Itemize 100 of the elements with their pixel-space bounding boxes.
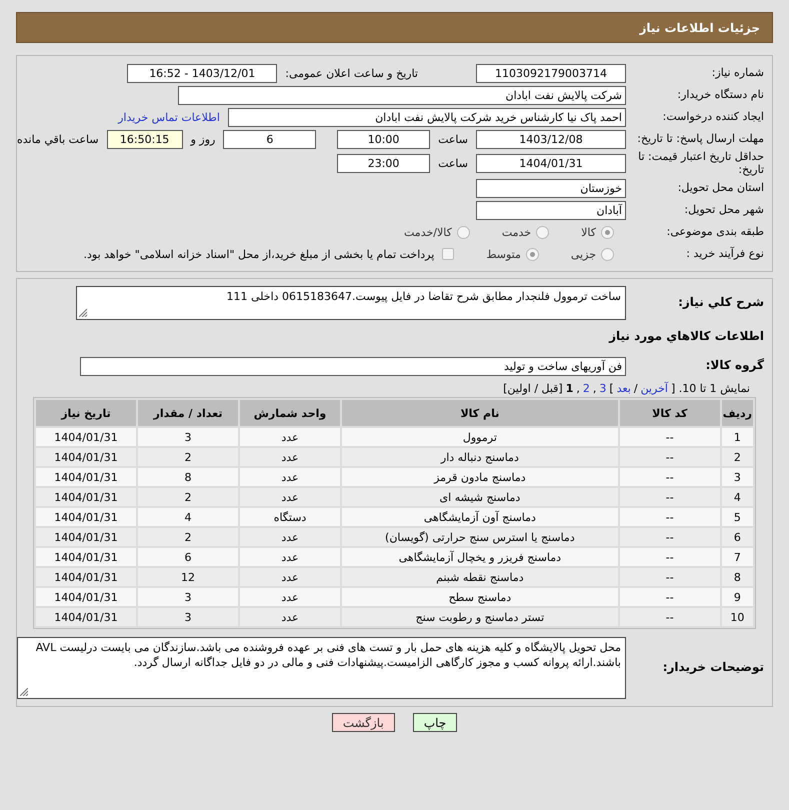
field-label: ایجاد کننده درخواست:	[662, 110, 765, 124]
field-label: شرح كلي نياز:	[677, 296, 765, 310]
table-cell: --	[620, 608, 720, 626]
table-cell: عدد	[240, 588, 340, 606]
description-field[interactable]: ساخت ترموول فلنجدار مطابق شرح تقاضا در فایل پیوست.0615183647 داخلی 111	[76, 286, 626, 320]
table-cell: تستر دماسنج و رطوبت سنج	[342, 608, 618, 626]
column-header: ردیف	[722, 400, 753, 426]
text-field[interactable]: 6	[223, 130, 316, 148]
contact-link[interactable]: اطلاعات تماس خریدار	[118, 110, 220, 124]
pager-link[interactable]: 3	[599, 382, 606, 396]
table-cell: 1404/01/31	[36, 468, 136, 486]
table-cell: --	[620, 508, 720, 526]
column-header: تعداد / مقدار	[138, 400, 238, 426]
pager-text: [قبل / اولین]	[503, 382, 563, 396]
table-cell: 3	[138, 608, 238, 626]
column-header: واحد شمارش	[240, 400, 340, 426]
radio-label: جزیی	[570, 248, 596, 261]
text-field[interactable]: 16:50:15	[106, 130, 183, 148]
radio-button[interactable]	[601, 248, 614, 261]
field-label: ساعت	[438, 157, 468, 170]
pager-text: ]	[609, 382, 614, 396]
table-cell: دماسنج شیشه ای	[342, 488, 618, 506]
field-label: توضیحات خریدار:	[662, 661, 765, 676]
back-button[interactable]: بازگشت	[332, 713, 395, 732]
field-label: حداقل تاریخ اعتبار قیمت: تا تاریخ:	[637, 151, 765, 176]
pager-link[interactable]: بعد	[616, 382, 631, 396]
table-cell: 1404/01/31	[36, 588, 136, 606]
table-cell: عدد	[240, 568, 340, 586]
table-cell: دستگاه	[240, 508, 340, 526]
table-cell: 1404/01/31	[36, 448, 136, 466]
current-page: 1	[566, 382, 574, 396]
table-cell: عدد	[240, 488, 340, 506]
text-field[interactable]: 1403/12/01 - 16:52	[127, 64, 278, 82]
field-label: مهلت ارسال پاسخ: تا تاریخ:	[636, 132, 765, 146]
table-cell: 1404/01/31	[36, 508, 136, 526]
table-cell: 1404/01/31	[36, 548, 136, 566]
radio-button[interactable]	[456, 226, 470, 239]
page-header: جزئیات اطلاعات نیاز	[16, 12, 773, 43]
text-field[interactable]: 23:00	[337, 154, 430, 174]
table-cell: 6	[722, 528, 753, 546]
text-field[interactable]: احمد پاک نیا کارشناس خرید شرکت پالایش نفت ابادان	[228, 108, 626, 126]
text-field[interactable]: 1103092179003714	[476, 64, 626, 82]
radio-button[interactable]	[526, 248, 539, 261]
table-cell: دماسنج نقطه شبنم	[342, 568, 618, 586]
pager-link[interactable]: 2	[582, 382, 590, 396]
table-cell: 2	[722, 448, 753, 466]
text-field[interactable]: 1403/12/08	[476, 130, 626, 148]
radio-label: متوسط	[486, 248, 521, 261]
field-label: نام دستگاه خریدار:	[676, 88, 765, 102]
table-cell: دماسنج یا استرس سنج حرارتی (گویسان)	[342, 528, 618, 546]
pager-text: /	[634, 382, 638, 396]
table-cell: 6	[138, 548, 238, 566]
pager-text: ,	[592, 382, 596, 396]
table-cell: دماسنج مادون قرمز	[342, 468, 618, 486]
column-header: کد کالا	[620, 400, 720, 426]
field-label: شماره نیاز:	[710, 66, 765, 80]
table-cell: 5	[722, 508, 753, 526]
text-field[interactable]: شرکت پالایش نفت ابادان	[178, 86, 626, 104]
table-cell: 3	[722, 468, 753, 486]
table-cell: 2	[138, 528, 238, 546]
resize-grip-icon[interactable]	[79, 309, 87, 318]
text-field[interactable]: 1404/01/31	[476, 154, 626, 174]
table-cell: 3	[138, 428, 238, 446]
text-field[interactable]: خوزستان	[476, 178, 626, 198]
checkbox[interactable]	[442, 248, 454, 260]
field-label: گروه کالا:	[704, 359, 765, 374]
radio-label: خدمت	[502, 226, 532, 239]
field-label: طبقه بندی موضوعی:	[666, 226, 765, 239]
table-cell: 8	[138, 468, 238, 486]
radio-button[interactable]	[536, 226, 550, 239]
table-cell: عدد	[240, 468, 340, 486]
table-cell: 1404/01/31	[36, 528, 136, 546]
field-label: ساعت	[438, 132, 468, 146]
table-cell: دماسنج سطح	[342, 588, 618, 606]
table-cell: 2	[138, 488, 238, 506]
pager-text: نمایش 1 تا 10. [	[670, 382, 750, 396]
text-field[interactable]: آبادان	[476, 200, 626, 220]
table-cell: 9	[722, 588, 753, 606]
table-cell: دماسنج آون آزمایشگاهی	[342, 508, 618, 526]
table-cell: عدد	[240, 608, 340, 626]
table-cell: 10	[722, 608, 753, 626]
table-cell: 4	[722, 488, 753, 506]
table-cell: 7	[722, 548, 753, 566]
radio-label: کالا/خدمت	[404, 226, 452, 239]
table-cell: 1	[722, 428, 753, 446]
notes-field[interactable]: محل تحویل پالایشگاه و کلیه هزینه های حمل بار و تست های فنی بر عهده فروشنده می باشد.سازندگان می بایست درلیست AVL باشند.ارائه پروانه کسب و مجوز کارگاهی الزامیست.پیشنهادات فنی و مالی در دو فایل جداگانه ارسال گردد.	[17, 637, 626, 700]
table-cell: عدد	[240, 448, 340, 466]
radio-button[interactable]	[601, 226, 614, 239]
table-cell: --	[620, 568, 720, 586]
pager-link[interactable]: آخرین	[640, 382, 668, 396]
table-cell: ترموول	[342, 428, 618, 446]
text-field[interactable]: 10:00	[337, 130, 430, 148]
resize-grip-icon[interactable]	[20, 688, 28, 696]
print-button[interactable]: چاپ	[412, 713, 458, 732]
table-cell: --	[620, 488, 720, 506]
field-label: تاریخ و ساعت اعلان عمومی:	[285, 66, 418, 80]
text-field[interactable]: فن آوریهای ساخت و تولید	[80, 356, 626, 376]
field-label: روز و	[190, 132, 216, 146]
table-cell: دماسنج فریزر و یخچال آزمایشگاهی	[342, 548, 618, 566]
table-cell: 12	[138, 568, 238, 586]
